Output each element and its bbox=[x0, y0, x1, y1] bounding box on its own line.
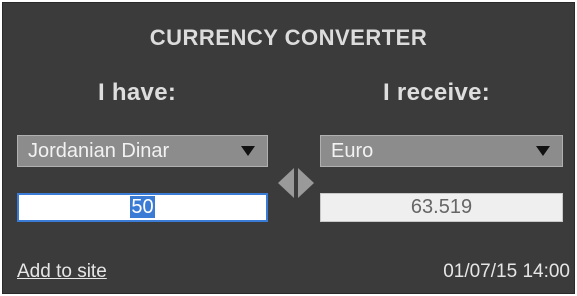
add-to-site-link[interactable]: Add to site bbox=[17, 261, 107, 283]
triangle-down-icon bbox=[536, 146, 550, 156]
swap-currencies-button[interactable] bbox=[276, 164, 316, 202]
from-currency-value: Jordanian Dinar bbox=[28, 140, 170, 162]
swap-arrows-icon bbox=[278, 168, 314, 198]
rate-timestamp: 01/07/15 14:00 bbox=[443, 261, 570, 282]
widget-title: CURRENCY CONVERTER bbox=[149, 25, 428, 50]
amount-input[interactable]: 50 bbox=[17, 193, 268, 222]
currency-converter-widget: CURRENCY CONVERTER I have: I receive: Jo… bbox=[2, 2, 575, 294]
to-currency-value: Euro bbox=[331, 140, 374, 162]
from-currency-select[interactable]: Jordanian Dinar bbox=[17, 135, 268, 167]
amount-value: 50 bbox=[130, 196, 155, 218]
result-field: 63.519 bbox=[320, 193, 563, 222]
to-currency-select[interactable]: Euro bbox=[320, 135, 563, 167]
receive-label: I receive: bbox=[383, 79, 491, 106]
triangle-down-icon bbox=[241, 146, 255, 156]
have-label: I have: bbox=[98, 79, 177, 106]
